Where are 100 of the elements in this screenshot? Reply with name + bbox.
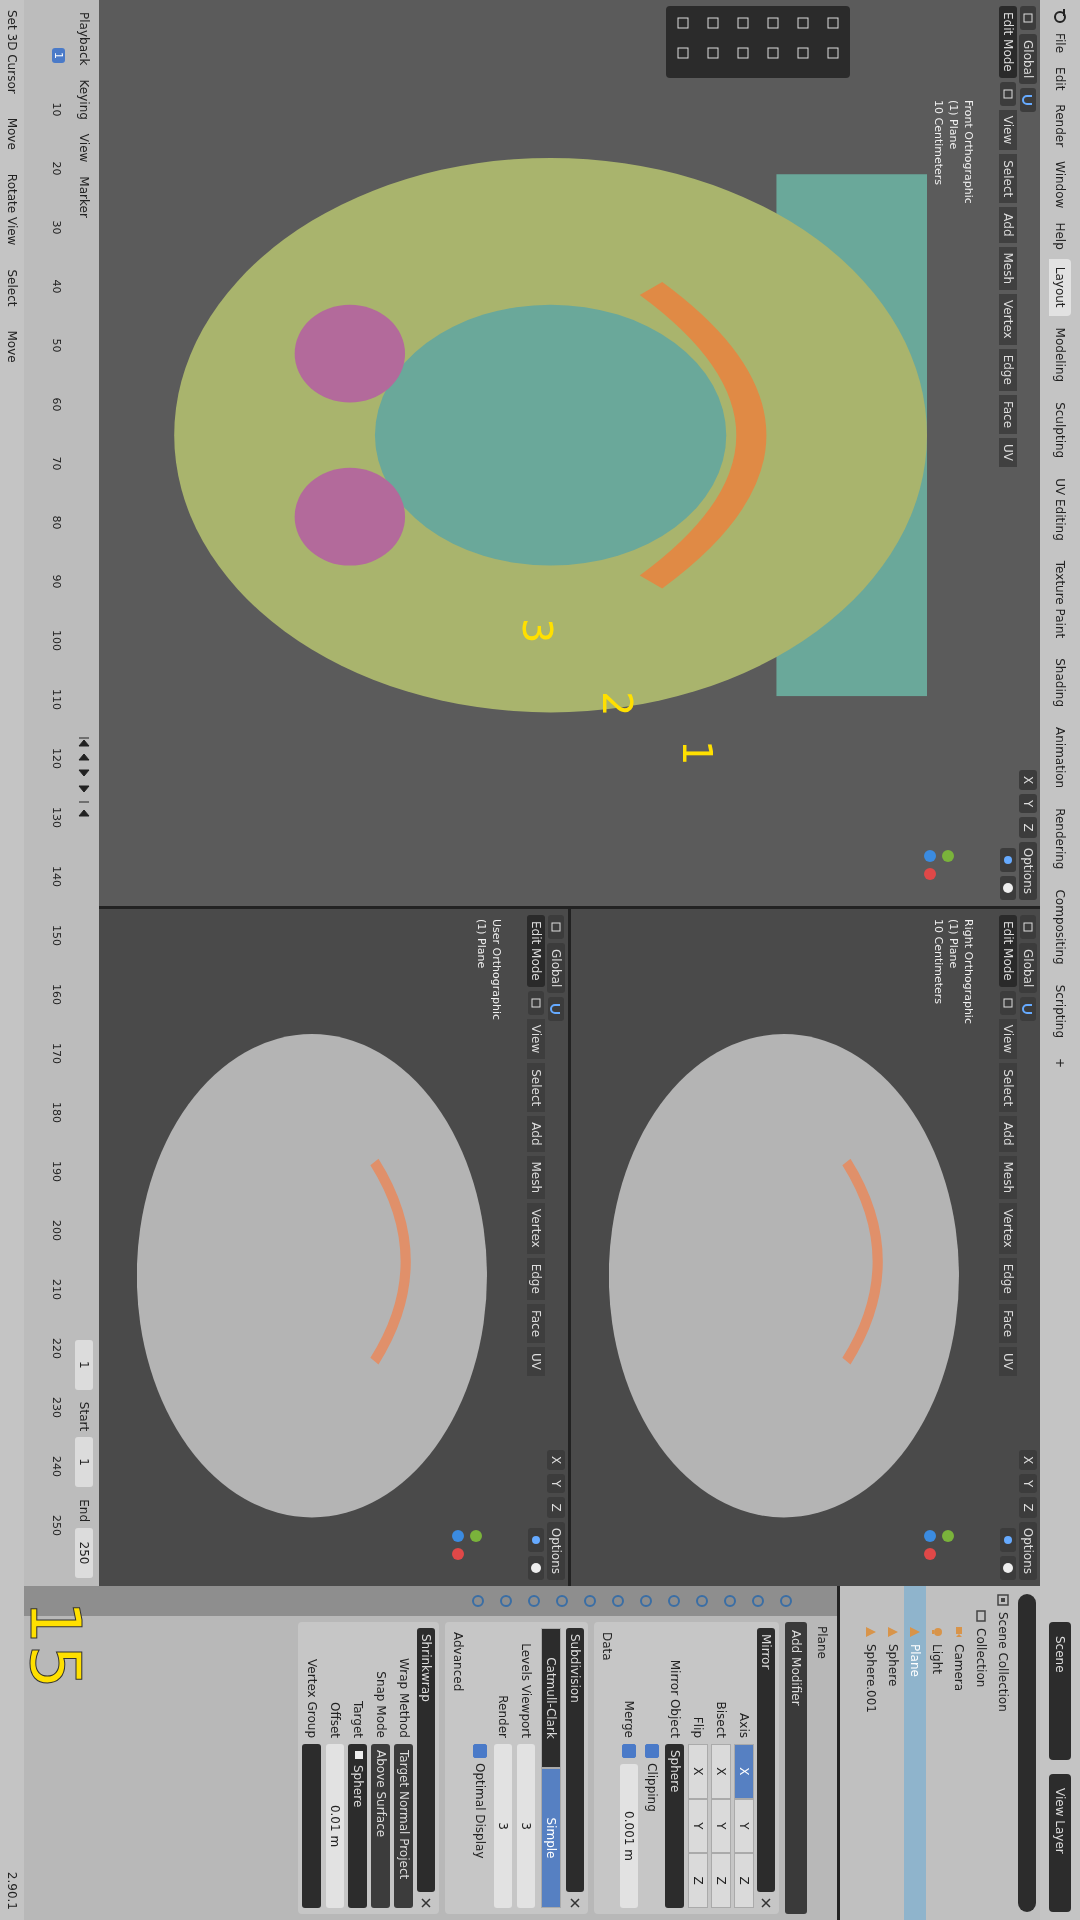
header-menu[interactable]: Vertex: [999, 294, 1017, 345]
add-workspace-button[interactable]: +: [1049, 1050, 1071, 1077]
vertex-select-icon[interactable]: [528, 990, 544, 1015]
overlay-icon[interactable]: [528, 1528, 544, 1552]
workspace-tab[interactable]: Modeling: [1049, 319, 1071, 391]
header-menu[interactable]: Edge: [527, 1257, 545, 1300]
options-dropdown[interactable]: Options: [1019, 1521, 1037, 1580]
outliner-item[interactable]: Sphere: [882, 1586, 904, 1920]
menu-item[interactable]: Window: [1053, 156, 1067, 214]
outliner-item[interactable]: Sphere.001: [860, 1586, 882, 1920]
header-menu[interactable]: View: [527, 1018, 545, 1060]
workspace-tab[interactable]: Rendering: [1049, 800, 1071, 878]
mirror-axis-toggle[interactable]: Y: [547, 1474, 565, 1494]
workspace-tab[interactable]: Shading: [1049, 650, 1071, 715]
section-header[interactable]: Advanced: [449, 1628, 467, 1908]
options-dropdown[interactable]: Options: [547, 1521, 565, 1580]
axis-toggle[interactable]: X: [711, 1744, 731, 1799]
menu-item[interactable]: Render: [1053, 99, 1067, 153]
modifier-name-field[interactable]: Shrinkwrap: [417, 1628, 435, 1892]
axis-toggle[interactable]: Z: [711, 1853, 731, 1908]
overlay-icon[interactable]: [1000, 1528, 1016, 1552]
add-modifier-button[interactable]: Add Modifier: [785, 1622, 807, 1914]
header-menu[interactable]: Face: [999, 394, 1017, 434]
orientation-dropdown[interactable]: Global: [1019, 943, 1037, 994]
end-frame-field[interactable]: 250: [75, 1528, 93, 1578]
axis-toggle[interactable]: Y: [711, 1798, 731, 1854]
mirror-axis-toggle[interactable]: Z: [547, 1497, 565, 1518]
menu-item[interactable]: Help: [1053, 217, 1067, 255]
merge-distance-field[interactable]: 0.001 m: [620, 1764, 638, 1908]
header-menu[interactable]: UV: [527, 1347, 545, 1376]
scene-selector[interactable]: Scene: [1049, 1622, 1071, 1760]
header-menu[interactable]: Mesh: [527, 1155, 545, 1200]
vertex-select-icon[interactable]: [1000, 990, 1016, 1015]
timeline-menu[interactable]: View: [77, 129, 91, 167]
section-header[interactable]: Data: [598, 1628, 616, 1908]
orientation-dropdown[interactable]: Global: [547, 943, 565, 994]
optimal-display-checkbox[interactable]: Optimal Display: [473, 1744, 487, 1859]
shading-icon[interactable]: [528, 1556, 544, 1580]
outliner-item[interactable]: Camera: [948, 1586, 970, 1920]
offset-field[interactable]: 0.01 m: [326, 1744, 344, 1908]
workspace-tab[interactable]: UV Editing: [1049, 470, 1071, 549]
start-frame-field[interactable]: 1: [75, 1437, 93, 1488]
shading-icon[interactable]: [1000, 876, 1016, 900]
axis-toggle[interactable]: Z: [688, 1853, 708, 1908]
overlay-icon[interactable]: [1000, 848, 1016, 872]
mirror-axis-toggle[interactable]: X: [547, 1449, 565, 1471]
workspace-tab[interactable]: Compositing: [1049, 881, 1071, 973]
magnet-icon[interactable]: [548, 997, 564, 1022]
header-menu[interactable]: View: [999, 1018, 1017, 1060]
axis-toggle[interactable]: X: [688, 1744, 708, 1799]
target-object-field[interactable]: Sphere: [348, 1744, 368, 1908]
viewport[interactable]: Global X Y Z Options Edit Mode View Select Add Mesh Vertex Edge Face UV User Orthographic (1) Plane: [99, 909, 568, 1586]
mirror-axis-toggle[interactable]: X: [1019, 1449, 1037, 1471]
modifier-name-field[interactable]: Subdivision: [566, 1628, 584, 1892]
axis-toggle[interactable]: Y: [688, 1798, 708, 1854]
workspace-tab[interactable]: Scripting: [1049, 976, 1071, 1047]
header-menu[interactable]: Edge: [999, 348, 1017, 391]
header-menu[interactable]: Mesh: [999, 1155, 1017, 1200]
header-menu[interactable]: Add: [999, 1116, 1017, 1152]
view-layer-selector[interactable]: View Layer: [1049, 1774, 1071, 1912]
close-icon[interactable]: [421, 1898, 431, 1908]
timeline-menu[interactable]: Keying: [77, 75, 91, 124]
search-field[interactable]: [1018, 1594, 1036, 1912]
timeline-menu[interactable]: Playback: [77, 8, 91, 70]
mirror-object-field[interactable]: Sphere: [665, 1744, 685, 1908]
mode-dropdown[interactable]: Edit Mode: [999, 6, 1017, 78]
mirror-axis-toggle[interactable]: Z: [1019, 1497, 1037, 1518]
playhead-frame[interactable]: 1: [52, 48, 65, 63]
header-menu[interactable]: UV: [999, 1347, 1017, 1376]
merge-checkbox[interactable]: [622, 1744, 636, 1758]
mode-dropdown[interactable]: Edit Mode: [527, 915, 545, 987]
viewport[interactable]: Global X Y Z Options Edit Mode View Select Add Mesh Vertex Edge Face UV Front Orthographic (1) Plane 10 Centimeters 1 2 3: [99, 0, 1040, 906]
tool-settings-icon[interactable]: [548, 915, 564, 939]
vertex-group-field[interactable]: [302, 1744, 322, 1908]
mirror-axis-toggle[interactable]: X: [1019, 769, 1037, 791]
mirror-axis-toggle[interactable]: Z: [1019, 817, 1037, 838]
clipping-checkbox[interactable]: Clipping: [645, 1744, 659, 1812]
workspace-tab[interactable]: Sculpting: [1049, 394, 1071, 467]
outliner-item[interactable]: Light: [926, 1586, 948, 1920]
timeline-menu[interactable]: Marker: [77, 172, 91, 222]
menu-item[interactable]: File: [1053, 28, 1067, 59]
header-menu[interactable]: Add: [527, 1116, 545, 1152]
outliner-item[interactable]: Scene Collection: [992, 1586, 1014, 1920]
header-menu[interactable]: UV: [999, 438, 1017, 467]
header-menu[interactable]: Edge: [999, 1257, 1017, 1300]
close-icon[interactable]: [570, 1898, 580, 1908]
axis-toggle[interactable]: Y: [734, 1798, 754, 1854]
vertex-select-icon[interactable]: [1000, 81, 1016, 106]
render-levels-field[interactable]: 3: [494, 1744, 512, 1908]
mode-dropdown[interactable]: Edit Mode: [999, 915, 1017, 987]
close-icon[interactable]: [761, 1898, 771, 1908]
header-menu[interactable]: Vertex: [527, 1203, 545, 1254]
viewport[interactable]: Global X Y Z Options Edit Mode View Select Add Mesh Vertex Edge Face UV Right Orthographic (1) Plane 10 Centimeters: [571, 909, 1040, 1586]
header-menu[interactable]: Select: [999, 1063, 1017, 1113]
header-menu[interactable]: Face: [999, 1303, 1017, 1343]
header-menu[interactable]: View: [999, 109, 1017, 151]
dropdown[interactable]: Target Normal Project: [394, 1744, 414, 1908]
header-menu[interactable]: Select: [527, 1063, 545, 1113]
modifier-name-field[interactable]: Mirror: [757, 1628, 775, 1892]
magnet-icon[interactable]: [1020, 997, 1036, 1022]
